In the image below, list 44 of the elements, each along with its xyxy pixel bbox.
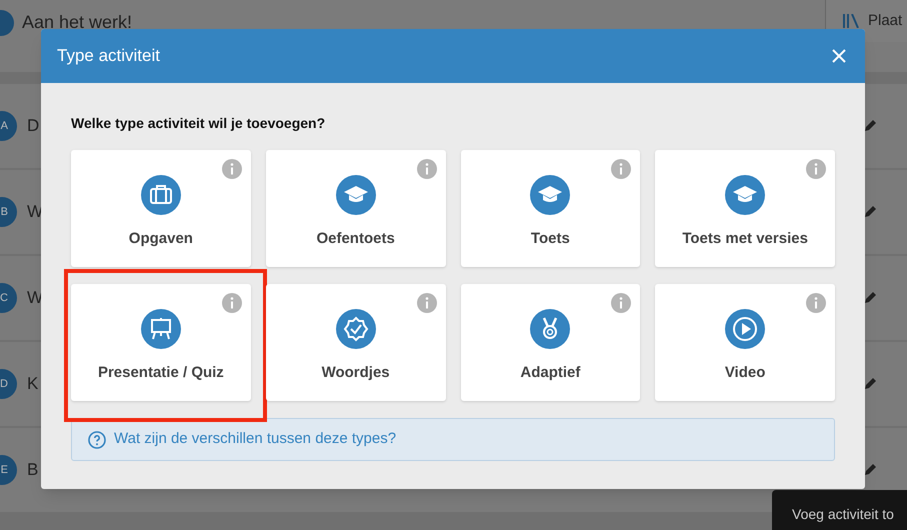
question-icon	[88, 430, 106, 448]
medal-icon	[530, 309, 570, 349]
activity-type-card[interactable]: Oefentoets	[266, 150, 446, 267]
briefcase-icon	[140, 175, 181, 215]
row-title: D	[27, 115, 40, 138]
info-icon[interactable]	[416, 159, 436, 179]
activity-type-card[interactable]: Toets	[460, 150, 640, 267]
info-icon[interactable]	[222, 159, 242, 179]
graduation-cap-icon	[725, 175, 766, 215]
activity-type-card[interactable]: Toets met versies	[655, 150, 835, 267]
info-icon[interactable]	[611, 293, 632, 313]
info-icon[interactable]	[806, 159, 826, 179]
check-badge-icon	[336, 309, 376, 349]
activity-type-card[interactable]: Opgaven	[71, 150, 251, 267]
activity-type-card[interactable]: Presentatie / Quiz	[71, 284, 251, 401]
easel-icon	[140, 309, 181, 349]
pencil-icon[interactable]	[863, 291, 877, 305]
letter-badge: A	[0, 111, 17, 141]
page-title: Aan het werk!	[22, 11, 132, 34]
letter-badge: C	[0, 283, 17, 313]
pencil-icon[interactable]	[863, 463, 877, 477]
activity-type-card[interactable]: Adaptief	[460, 284, 640, 401]
activity-type-card[interactable]: Video	[655, 284, 835, 401]
pencil-icon[interactable]	[863, 377, 877, 391]
graduation-cap-icon	[336, 175, 376, 215]
letter-badge: B	[0, 197, 17, 227]
row-title: K	[27, 373, 38, 396]
pencil-icon[interactable]	[863, 119, 877, 133]
pencil-icon[interactable]	[863, 205, 877, 219]
info-icon[interactable]	[806, 293, 826, 313]
info-icon[interactable]	[611, 159, 632, 179]
play-icon	[725, 309, 766, 349]
row-title: B	[27, 459, 38, 482]
info-icon[interactable]	[222, 293, 242, 313]
dialog-title: Type activiteit	[57, 45, 160, 68]
letter-badge: D	[0, 369, 17, 399]
info-icon[interactable]	[416, 293, 436, 313]
books-icon	[842, 14, 860, 28]
letter-badge: E	[0, 455, 17, 485]
activity-type-card[interactable]: Woordjes	[266, 284, 446, 401]
tooltip-text: Voeg activiteit to	[792, 505, 894, 524]
question-text: Welke type activiteit wil je toevoegen?	[71, 114, 326, 133]
graduation-cap-icon	[530, 175, 570, 215]
close-icon	[831, 48, 847, 64]
